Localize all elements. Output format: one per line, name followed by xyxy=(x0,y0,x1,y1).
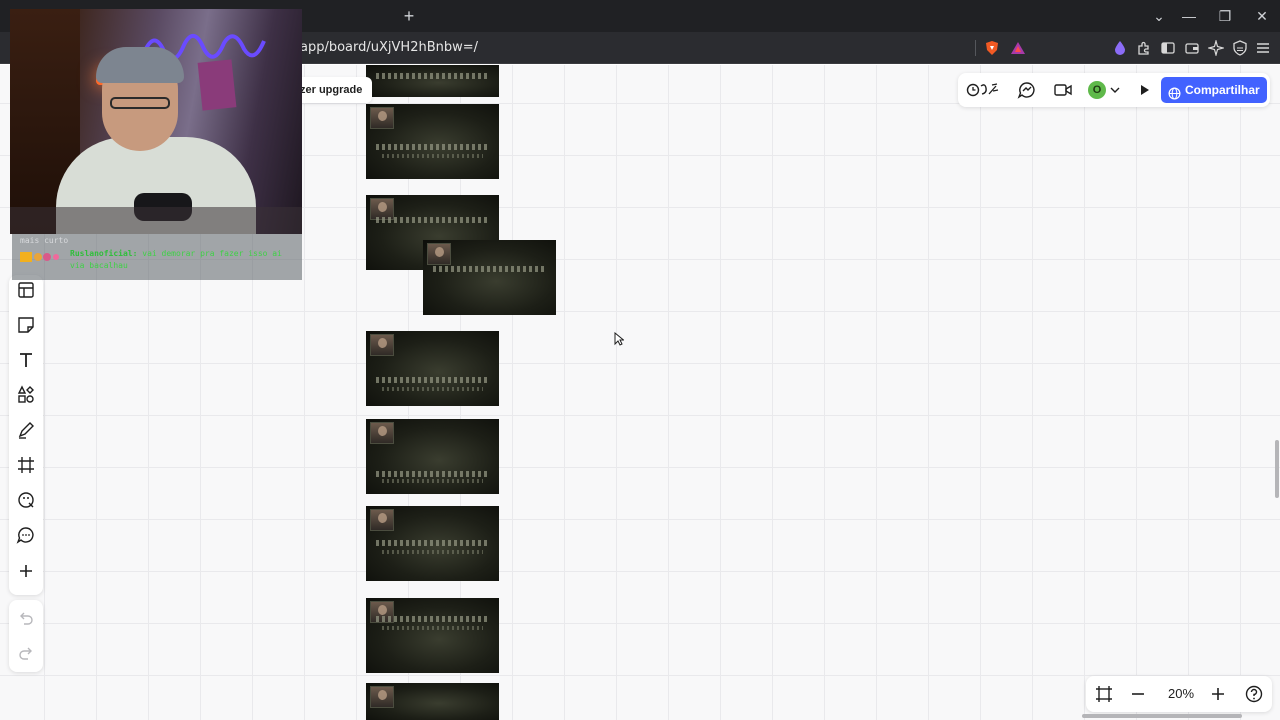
board-frame[interactable] xyxy=(366,598,499,673)
collaboration-toolbar: O Compartilhar xyxy=(958,73,1270,107)
comment-icon[interactable] xyxy=(16,525,36,545)
board-frame[interactable] xyxy=(423,240,556,315)
share-label: Compartilhar xyxy=(1185,83,1260,97)
address-divider xyxy=(975,40,976,56)
zoom-in-icon[interactable] xyxy=(1208,684,1228,704)
chat-username: Ruslanoficial: xyxy=(70,249,138,258)
zoom-toolbar: 20% xyxy=(1086,676,1272,712)
history-toolbar xyxy=(9,600,43,672)
drop-extension-icon[interactable] xyxy=(1112,40,1128,56)
help-icon[interactable] xyxy=(1244,684,1264,704)
board-frame[interactable] xyxy=(366,506,499,581)
extensions-icon[interactable] xyxy=(1136,40,1152,56)
chat-message: Ruslanoficial: vai demorar pra fazer iss… xyxy=(70,248,300,272)
redo-icon[interactable] xyxy=(16,643,36,663)
new-tab-button[interactable]: + xyxy=(398,6,420,26)
shapes-icon[interactable] xyxy=(16,385,36,405)
chevron-down-icon[interactable] xyxy=(1108,80,1122,100)
stream-chat-overlay: mais curto Ruslanoficial: vai demorar pr… xyxy=(12,234,302,280)
webcam-overlay xyxy=(10,9,302,234)
add-icon[interactable] xyxy=(16,561,36,581)
avatar[interactable]: O xyxy=(1088,81,1106,99)
upgrade-button[interactable]: zer upgrade xyxy=(290,77,373,103)
reactions-icon[interactable] xyxy=(966,80,1000,100)
globe-icon xyxy=(1168,83,1181,100)
sidebar-icon[interactable] xyxy=(1160,40,1176,56)
brave-shield-icon[interactable] xyxy=(984,40,1000,56)
close-window-icon[interactable]: ✕ xyxy=(1250,6,1274,26)
minimize-icon[interactable]: — xyxy=(1177,6,1201,26)
chat-previous-line: mais curto xyxy=(20,236,69,245)
left-toolbar xyxy=(9,275,43,595)
brave-rewards-icon[interactable] xyxy=(1010,40,1026,56)
undo-icon[interactable] xyxy=(16,608,36,628)
text-icon[interactable] xyxy=(16,350,36,370)
leo-ai-icon[interactable] xyxy=(1208,40,1224,56)
play-icon[interactable] xyxy=(1134,80,1154,100)
mouse-cursor-icon xyxy=(614,331,625,346)
tab-list-icon[interactable]: ⌄ xyxy=(1147,6,1171,26)
table-icon[interactable] xyxy=(16,280,36,300)
fit-frame-icon[interactable] xyxy=(1094,684,1114,704)
share-button[interactable]: Compartilhar xyxy=(1161,77,1267,103)
chat-icon[interactable] xyxy=(1017,80,1037,100)
video-icon[interactable] xyxy=(1053,80,1073,100)
board-frame[interactable] xyxy=(366,65,499,97)
wallet-icon[interactable] xyxy=(1184,40,1200,56)
board-frame[interactable] xyxy=(366,683,499,720)
frame-icon[interactable] xyxy=(16,455,36,475)
chat-badges-icon xyxy=(20,249,70,262)
pen-icon[interactable] xyxy=(16,420,36,440)
horizontal-scrollbar[interactable] xyxy=(1082,714,1242,718)
zoom-out-icon[interactable] xyxy=(1128,684,1148,704)
sticky-note-icon[interactable] xyxy=(16,315,36,335)
stamp-icon[interactable] xyxy=(16,490,36,510)
board-frame[interactable] xyxy=(366,331,499,406)
browser-menu-icon[interactable] xyxy=(1255,40,1271,56)
zoom-level[interactable]: 20% xyxy=(1161,686,1201,701)
board-frame[interactable] xyxy=(366,104,499,179)
url-text[interactable]: app/board/uXjVH2hBnbw=/ xyxy=(300,40,478,56)
board-frame[interactable] xyxy=(366,419,499,494)
restore-icon[interactable]: ❐ xyxy=(1213,6,1237,26)
vertical-scrollbar[interactable] xyxy=(1275,440,1279,498)
vpn-shield-icon[interactable] xyxy=(1232,40,1248,56)
